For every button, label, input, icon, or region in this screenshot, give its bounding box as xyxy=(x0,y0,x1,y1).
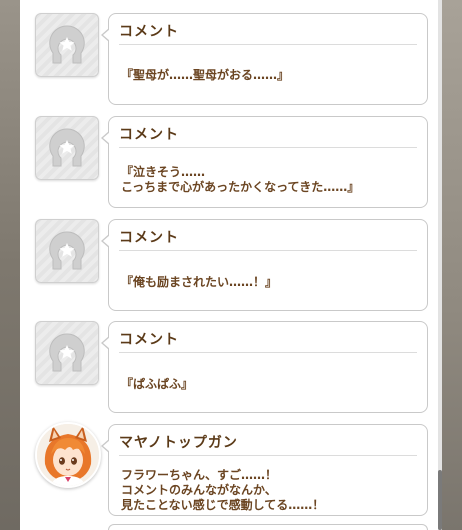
comment-bubble: コメント 『泣きそう…… こっちまで心があったかくなってきた……』 xyxy=(101,116,428,208)
character-portrait[interactable] xyxy=(35,422,101,488)
comment-message: 『聖母が……聖母がおる……』 xyxy=(121,68,290,82)
commenter-name: マヤノトップガン xyxy=(119,435,238,451)
divider xyxy=(119,250,417,251)
default-avatar-icon[interactable] xyxy=(35,219,99,283)
scrollbar[interactable] xyxy=(438,0,442,530)
divider xyxy=(119,455,417,456)
commenter-name: コメント xyxy=(119,332,179,348)
comment-message: 『俺も励まされたい……！』 xyxy=(121,275,278,289)
comment-message: フラワーちゃん、すご……！ コメントのみんながなんか、 見たことない感じで感動し… xyxy=(121,468,325,512)
comment-bubble: コメント 『俺も励まされたい……！』 xyxy=(101,219,428,311)
comment-bubble: コメント 『聖母が……聖母がおる……』 xyxy=(101,13,428,105)
default-avatar-icon[interactable] xyxy=(35,321,99,385)
commenter-name: コメント xyxy=(119,24,179,40)
default-avatar-icon[interactable] xyxy=(35,13,99,77)
comment-message: 『ぱふぱふ』 xyxy=(121,377,194,391)
comment-feed-panel[interactable]: コメント 『聖母が……聖母がおる……』 コメント 『泣きそう…… こっちまで心が… xyxy=(20,0,442,530)
commenter-name: コメント xyxy=(119,127,179,143)
scrollbar-thumb[interactable] xyxy=(438,470,442,530)
divider xyxy=(119,44,417,45)
comment-bubble: コメント 『ぱふぱふ』 xyxy=(101,321,428,413)
next-comment-edge xyxy=(108,524,428,530)
commenter-name: コメント xyxy=(119,230,179,246)
comment-bubble: マヤノトップガン フラワーちゃん、すご……！ コメントのみんながなんか、 見たこ… xyxy=(101,424,428,516)
divider xyxy=(119,352,417,353)
comment-message: 『泣きそう…… こっちまで心があったかくなってきた……』 xyxy=(121,165,360,194)
default-avatar-icon[interactable] xyxy=(35,116,99,180)
background-left xyxy=(0,0,20,530)
divider xyxy=(119,147,417,148)
background-right xyxy=(442,0,462,530)
